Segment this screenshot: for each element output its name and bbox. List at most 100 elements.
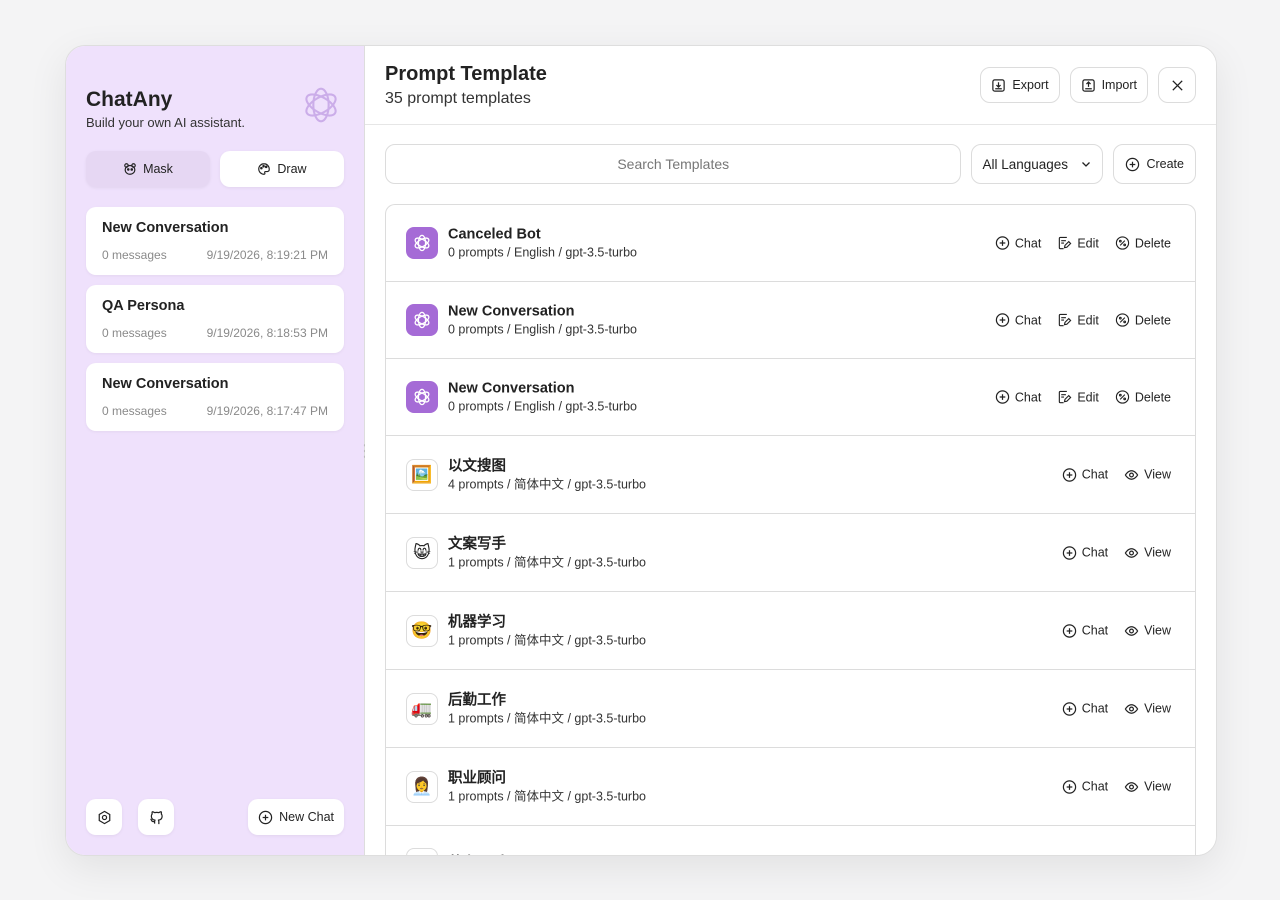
openai-logo-icon xyxy=(305,87,337,123)
chevron-down-icon xyxy=(1082,162,1091,167)
template-actions: Chat View xyxy=(1062,779,1171,794)
edit-label: Edit xyxy=(1077,236,1099,250)
eye-icon xyxy=(1124,781,1139,792)
template-actions: Chat View xyxy=(1062,623,1171,638)
chat-title: New Conversation xyxy=(102,376,229,392)
chat-button[interactable]: Chat xyxy=(995,236,1041,251)
eye-icon xyxy=(1124,547,1139,558)
template-name: New Conversation xyxy=(448,380,575,397)
github-icon xyxy=(149,810,163,824)
template-name: 职业顾问 xyxy=(448,770,506,786)
chat-button[interactable]: Chat xyxy=(1062,701,1108,716)
view-button[interactable]: View xyxy=(1124,545,1171,560)
brand: ChatAny Build your own AI assistant. xyxy=(86,66,344,150)
template-avatar: 🤓 xyxy=(406,614,438,647)
template-count: 35 prompt templates xyxy=(385,90,531,107)
search-input[interactable] xyxy=(385,144,962,184)
chat-button[interactable]: Chat xyxy=(995,313,1041,328)
template-actions: Chat Edit Delete xyxy=(995,236,1171,251)
edit-button[interactable]: Edit xyxy=(1057,390,1099,405)
close-icon xyxy=(1171,79,1183,91)
view-label: View xyxy=(1144,467,1171,482)
template-info: 1 prompts / 简体中文 / gpt-3.5-turbo xyxy=(448,711,646,725)
import-button[interactable]: Import xyxy=(1069,67,1148,103)
draw-button[interactable]: Draw xyxy=(220,151,344,187)
plus-circle-icon xyxy=(1062,779,1076,794)
template-name: 英专写手 xyxy=(448,855,506,856)
create-label: Create xyxy=(1146,157,1184,171)
edit-button[interactable]: Edit xyxy=(1057,313,1099,328)
template-avatar: 🖼️ xyxy=(406,458,438,491)
view-button[interactable]: View xyxy=(1124,779,1171,794)
chat-label: Chat xyxy=(1014,390,1042,404)
page-title: Prompt Template xyxy=(385,63,547,85)
template-row: 英专写手 xyxy=(386,826,1195,855)
delete-button[interactable]: Delete xyxy=(1115,236,1171,251)
chat-button[interactable]: Chat xyxy=(1062,623,1108,638)
plus-circle-icon xyxy=(995,313,1010,327)
language-select[interactable]: All Languages xyxy=(971,144,1104,184)
github-button[interactable] xyxy=(138,799,174,835)
chat-item[interactable]: New Conversation 0 messages 9/19/2026, 8… xyxy=(86,207,344,275)
chat-label: Chat xyxy=(1081,623,1109,638)
template-actions: Chat View xyxy=(1062,467,1171,482)
template-info: 1 prompts / 简体中文 / gpt-3.5-turbo xyxy=(448,555,646,569)
prompt-template-panel: Prompt Template 35 prompt templates Expo… xyxy=(365,46,1216,855)
export-button[interactable]: Export xyxy=(980,67,1060,103)
delete-icon xyxy=(1115,390,1130,404)
chat-item[interactable]: New Conversation 0 messages 9/19/2026, 8… xyxy=(86,363,344,431)
chat-button[interactable]: Chat xyxy=(1062,545,1108,560)
openai-logo-icon xyxy=(414,234,430,252)
delete-icon xyxy=(1115,236,1130,250)
plus-circle-icon xyxy=(1062,701,1076,716)
chat-item[interactable]: QA Persona 0 messages 9/19/2026, 8:18:53… xyxy=(86,285,344,353)
mask-label: Mask xyxy=(143,162,173,176)
delete-icon xyxy=(1115,313,1130,327)
eye-icon xyxy=(1124,703,1139,714)
download-icon xyxy=(992,78,1006,92)
close-button[interactable] xyxy=(1158,67,1196,103)
edit-button[interactable]: Edit xyxy=(1057,236,1099,251)
sidebar-footer: New Chat xyxy=(86,799,344,835)
chat-button[interactable]: Chat xyxy=(995,390,1041,405)
settings-button[interactable] xyxy=(86,799,122,835)
template-avatar xyxy=(406,227,438,259)
template-info: 1 prompts / 简体中文 / gpt-3.5-turbo xyxy=(448,633,646,647)
template-actions: Chat View xyxy=(1062,545,1171,560)
plus-circle-icon xyxy=(1062,623,1076,638)
mask-button[interactable]: Mask xyxy=(86,151,210,187)
draw-label: Draw xyxy=(277,162,307,176)
chat-timestamp: 9/19/2026, 8:17:47 PM xyxy=(206,404,328,418)
delete-button[interactable]: Delete xyxy=(1115,390,1171,405)
create-button[interactable]: Create xyxy=(1113,144,1196,184)
page-header: Prompt Template 35 prompt templates Expo… xyxy=(365,46,1216,125)
chat-title: New Conversation xyxy=(102,220,229,236)
chat-meta: 0 messages 9/19/2026, 8:17:47 PM xyxy=(102,404,328,418)
chat-meta: 0 messages 9/19/2026, 8:19:21 PM xyxy=(102,248,328,262)
view-button[interactable]: View xyxy=(1124,701,1171,716)
openai-logo-icon xyxy=(414,311,430,329)
import-label: Import xyxy=(1101,78,1137,92)
openai-logo-icon xyxy=(414,388,430,406)
settings-icon xyxy=(98,810,110,824)
new-chat-button[interactable]: New Chat xyxy=(248,799,344,835)
template-name: Canceled Bot xyxy=(448,226,541,243)
edit-icon xyxy=(1059,390,1072,404)
template-row: 👩‍💼 职业顾问 1 prompts / 简体中文 / gpt-3.5-turb… xyxy=(386,748,1195,826)
language-select-value: All Languages xyxy=(982,156,1069,172)
template-actions: Chat View xyxy=(1062,701,1171,716)
edit-icon xyxy=(1059,236,1072,250)
chat-label: Chat xyxy=(1081,545,1109,560)
view-button[interactable]: View xyxy=(1124,623,1171,638)
delete-button[interactable]: Delete xyxy=(1115,313,1171,328)
eye-icon xyxy=(1124,625,1139,636)
template-info: 0 prompts / English / gpt-3.5-turbo xyxy=(448,322,637,337)
view-button[interactable]: View xyxy=(1124,467,1171,482)
header-actions: Export Import xyxy=(980,67,1196,103)
chat-button[interactable]: Chat xyxy=(1062,779,1108,794)
chat-button[interactable]: Chat xyxy=(1062,467,1108,482)
sidebar: ChatAny Build your own AI assistant. Mas… xyxy=(66,46,373,855)
template-text: 以文搜图 4 prompts / 简体中文 / gpt-3.5-turbo xyxy=(448,457,646,492)
view-label: View xyxy=(1144,545,1171,560)
new-chat-label: New Chat xyxy=(279,810,334,824)
